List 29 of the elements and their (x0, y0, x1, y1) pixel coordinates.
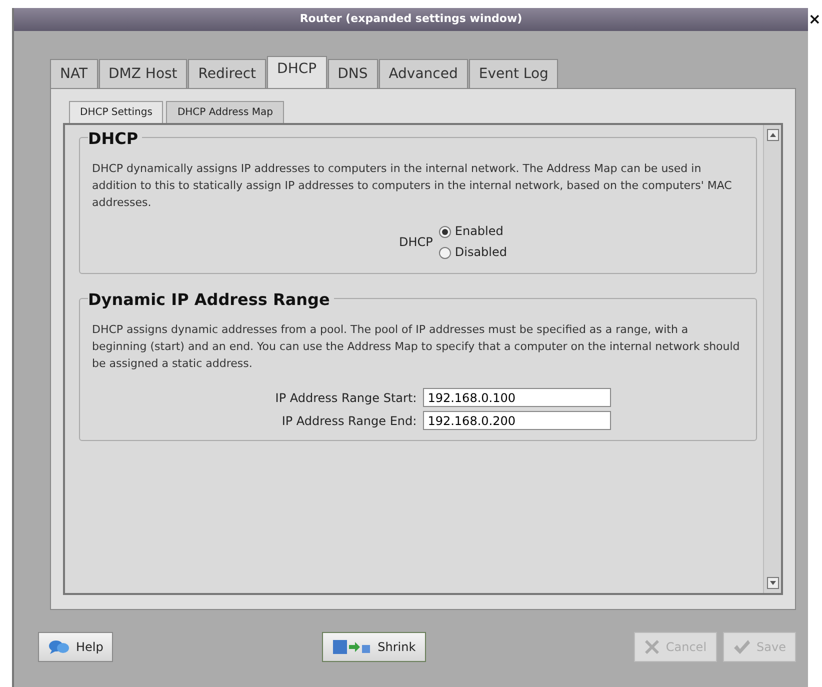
subtab[interactable]: DHCP Settings (69, 101, 164, 123)
tab[interactable]: DHCP (267, 56, 327, 88)
field-label: IP Address Range Start: (275, 390, 417, 406)
shrink-button[interactable]: Shrink (322, 632, 426, 662)
radio-button[interactable] (438, 226, 451, 238)
window-title: Router (expanded settings window) (300, 11, 522, 28)
tab[interactable]: Event Log (468, 59, 558, 88)
input-field[interactable]: 192.168.0.200 (422, 411, 611, 430)
scroll-down-icon[interactable] (766, 577, 778, 589)
radio-button[interactable] (438, 246, 451, 258)
tab[interactable]: NAT (50, 59, 98, 88)
checkmark-icon (732, 639, 751, 655)
description-text: DHCP dynamically assigns IP addresses to computers in the internal network. The Address Map can be used in addition to this to statically assign IP addresses to computers in the internal network, based on the computers' MAC addresses. (92, 161, 733, 211)
speech-bubbles-icon (48, 639, 70, 655)
tab[interactable]: DNS (328, 59, 378, 88)
tab[interactable]: Redirect (188, 59, 266, 88)
help-button[interactable]: Help (38, 632, 114, 662)
scroll-up-icon[interactable] (766, 129, 778, 141)
tab[interactable]: DMZ Host (98, 59, 188, 88)
radio-option[interactable]: Enabled (438, 221, 508, 242)
subtab[interactable]: DHCP Address Map (166, 101, 284, 123)
input-field[interactable]: 192.168.0.100 (422, 388, 611, 407)
cross-icon (644, 639, 660, 655)
shrink-icon (332, 638, 372, 656)
field-label: IP Address Range End: (280, 412, 417, 430)
tab[interactable]: Advanced (378, 59, 468, 88)
radio-option[interactable]: Disabled (438, 242, 508, 263)
description-text: DHCP assigns dynamic addresses from a pool. The pool of IP addresses must be specified as a range, with a beginning (start) and an end. You can use the Address Map to specify that a computer on the internal network should be assigned a static address. (92, 322, 741, 372)
radio-group-label: DHCP (398, 234, 433, 251)
